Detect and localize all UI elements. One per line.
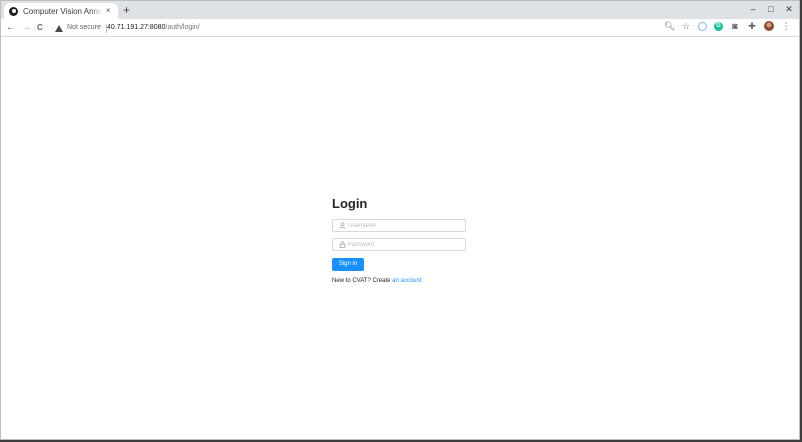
lock-icon [338,240,346,249]
page-title: Login [332,196,368,211]
close-window-button[interactable]: ✕ [785,3,793,15]
page-content: Login Sign in New to CVAT? Create an acc… [1,38,799,439]
maximize-button[interactable]: □ [767,3,775,15]
puzzle-icon[interactable]: ✚ [747,21,757,31]
avatar[interactable] [764,21,774,31]
forward-button[interactable]: → [21,21,31,35]
warning-icon [55,24,63,32]
signup-prompt-text: New to CVAT? Create [332,278,393,284]
grammarly-icon[interactable]: G [714,21,723,31]
cvat-logo-icon [9,6,18,16]
window-controls: – □ ✕ [749,3,793,15]
url-path: /auth/login/ [165,24,200,31]
minimize-button[interactable]: – [749,3,757,15]
reload-button[interactable]: C [37,21,43,35]
user-icon [338,221,346,230]
create-account-link[interactable]: an account [392,278,421,284]
tab-cvat[interactable]: Computer Vision Annotation Tool × [4,3,118,19]
back-button[interactable]: ← [6,21,16,35]
tab-close-icon[interactable]: × [106,7,111,15]
username-field[interactable] [332,219,466,232]
password-input[interactable] [348,239,458,250]
browser-window: Computer Vision Annotation Tool × + – □ … [0,0,800,440]
zoom-icon[interactable]: 🔍︎ [664,21,675,31]
browser-toolbar: ← → C Not secure 40.71.191.27:8080/auth/… [1,19,799,37]
new-tab-button[interactable]: + [123,3,130,17]
username-input[interactable] [348,220,458,231]
star-icon[interactable]: ☆ [681,21,691,31]
signup-prompt: New to CVAT? Create an account [332,277,466,285]
extension-circle-icon[interactable] [698,21,707,31]
security-label: Not secure [67,24,101,31]
security-indicator[interactable]: Not secure [55,22,107,34]
login-form: Login Sign in New to CVAT? Create an acc… [332,196,466,285]
tab-title: Computer Vision Annotation Tool [23,6,103,16]
tab-strip: Computer Vision Annotation Tool × + – □ … [1,1,799,19]
url-host: 40.71.191.27:8080 [107,24,166,31]
address-bar[interactable]: 40.71.191.27:8080/auth/login/ [107,22,200,34]
camera-icon[interactable]: ◙ [730,21,740,31]
kebab-menu-icon[interactable]: ⋮ [781,21,791,31]
password-field[interactable] [332,238,466,251]
toolbar-actions: 🔍︎ ☆ G ◙ ✚ ⋮ [664,21,791,31]
sign-in-button[interactable]: Sign in [332,258,364,271]
